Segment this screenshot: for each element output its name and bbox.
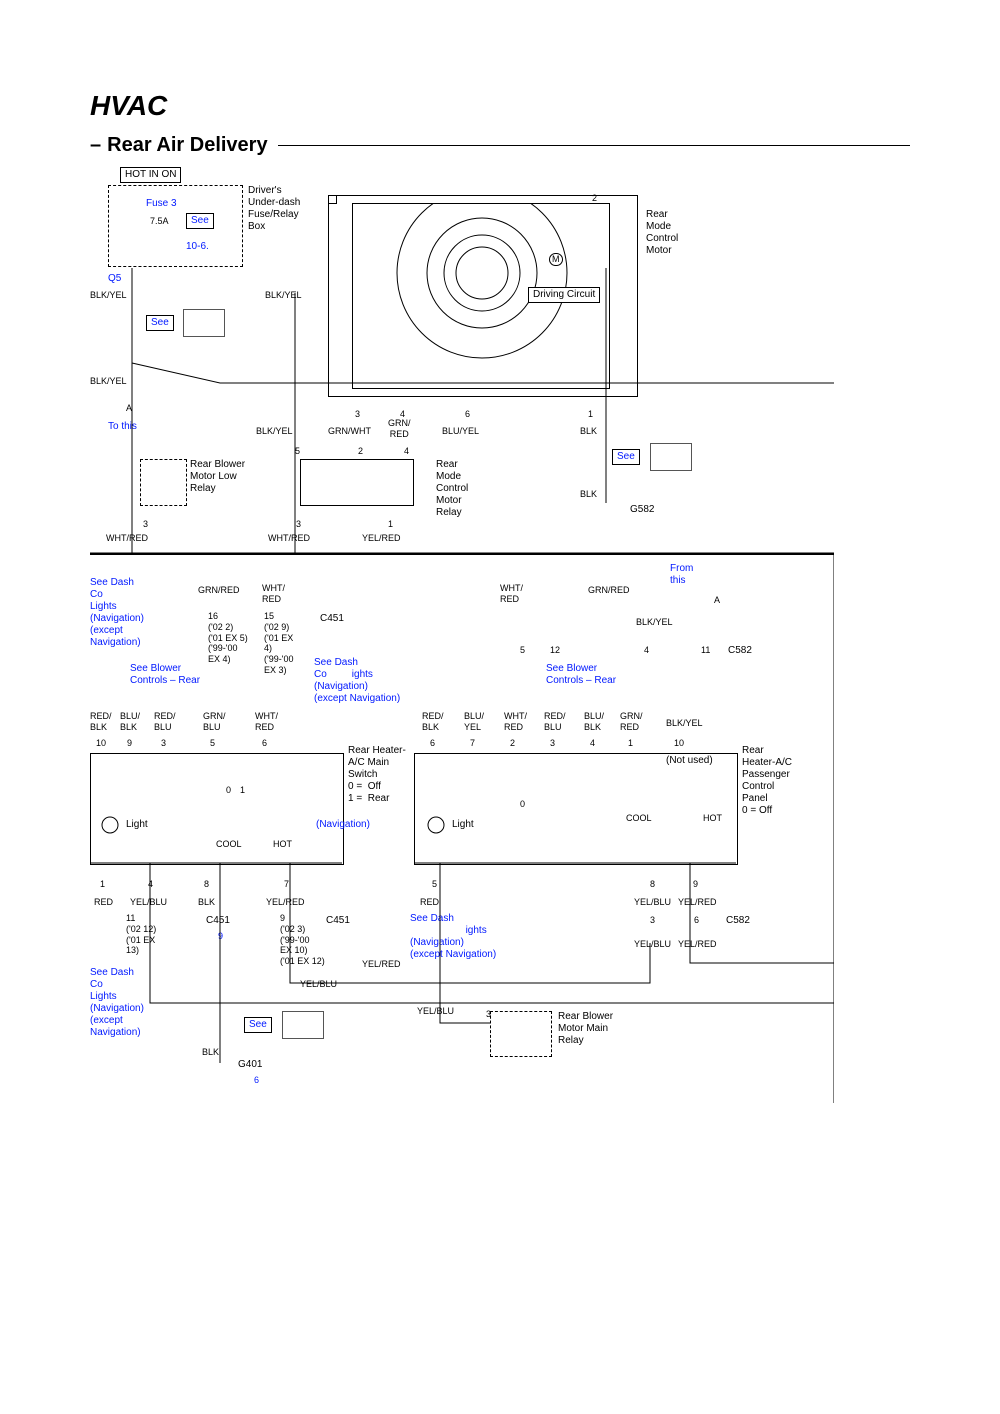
schematic-lines [90, 163, 834, 1103]
subtitle: Rear Air Delivery [107, 134, 267, 157]
page-title: HVAC [90, 90, 910, 122]
wiring-diagram: HOT IN ON Fuse 3 7.5A See 10-6. Driver's… [90, 163, 910, 1113]
subtitle-row: – Rear Air Delivery [90, 134, 910, 157]
